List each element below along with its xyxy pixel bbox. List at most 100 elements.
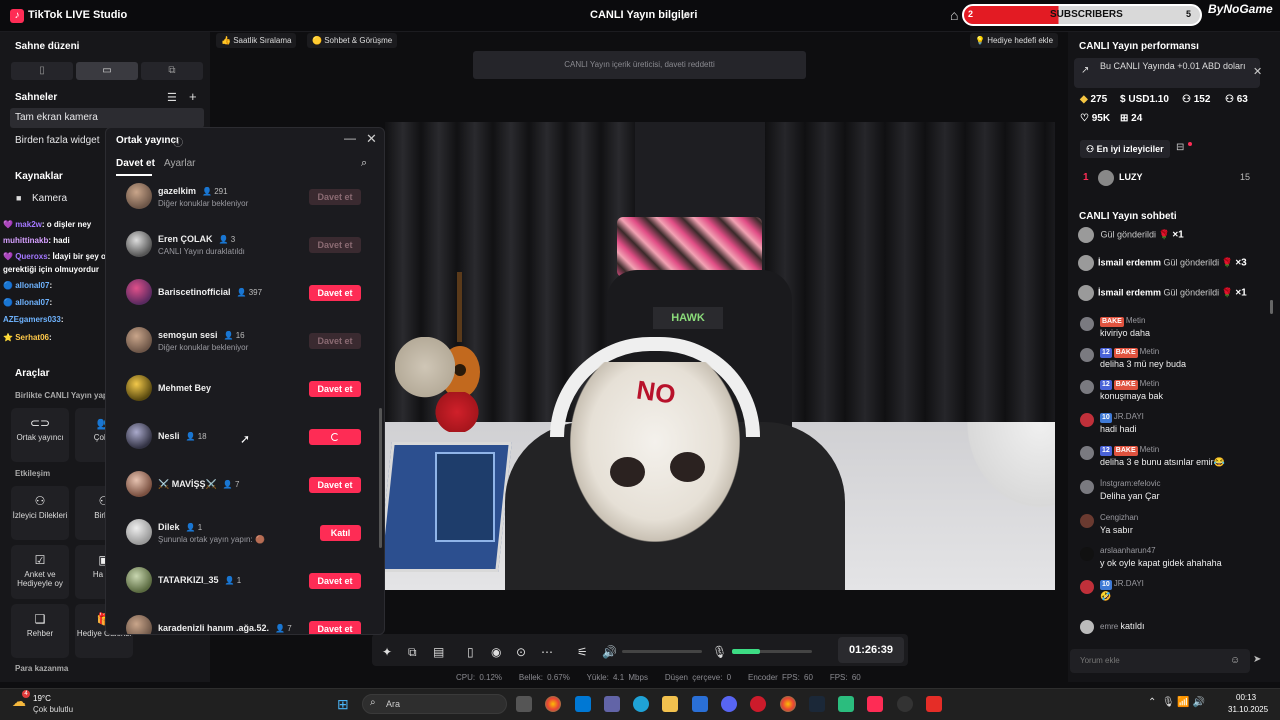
close-icon[interactable]: ✕ [366,131,377,147]
chat-username[interactable]: Metin [1140,379,1160,388]
opera-icon[interactable] [750,696,766,712]
emoji-icon[interactable]: ☺ [1230,655,1240,666]
chat-username[interactable]: arslaanharun47 [1100,546,1156,555]
record-icon[interactable]: ◉ [491,645,501,659]
chat-username[interactable]: İnstgram:efelovic [1100,479,1160,488]
chat-meet-pill[interactable]: 🟡 Sohbet & Görüşme [307,33,398,48]
windows-start-icon[interactable]: ⊞ [337,696,349,713]
tab-settings[interactable]: Ayarlar [164,158,196,169]
tab-invite[interactable]: Davet et [116,158,155,169]
chat-username[interactable]: Cengizhan [1100,513,1138,522]
share-icon[interactable]: ↗ [680,8,691,24]
taskbar-search[interactable] [362,694,507,714]
app-icon[interactable] [838,696,854,712]
gift-goal-pill[interactable]: 💡 Hediye hedefi ekle [970,33,1059,48]
chrome-icon[interactable] [545,696,561,712]
cohost-tool-button[interactable]: ⊂⊃ Ortak yayıncı [11,408,69,462]
heart-pillow [435,392,480,432]
effects-icon[interactable]: ⧉ [408,645,417,660]
chat-message-header: 12 BAKE Metin [1100,379,1159,390]
teams-icon[interactable] [604,696,620,712]
edge-icon[interactable] [633,696,649,712]
help-icon[interactable]: ⓘ [173,134,183,149]
layout-multi-button[interactable]: ⧉ [141,62,203,80]
chat-username[interactable]: Metin [1140,445,1160,454]
follower-count-value: 16 [235,331,245,340]
send-icon[interactable]: ➤ [1253,654,1261,665]
layout-icon[interactable]: ▤ [433,645,444,659]
chrome-icon[interactable] [780,696,796,712]
invite-button[interactable]: Davet et [309,189,361,205]
scene-item-fullscreen-camera[interactable]: Tam ekran kamera [10,108,204,128]
file-explorer-icon[interactable] [662,696,678,712]
chat-username[interactable]: JR.DAYI [1114,412,1144,421]
search-icon[interactable]: ⌕ [361,157,367,170]
settings-sliders-icon[interactable]: ⚟ [577,645,588,659]
chat-username[interactable]: Metin [1140,347,1160,356]
app-icon[interactable] [897,696,913,712]
list-icon[interactable]: ⊟ [1176,142,1184,153]
chat-text: y ok oyle kapat gidek ahahaha [1100,558,1222,568]
overlay-chat-user: mak2w [15,220,42,229]
scrollbar[interactable] [379,408,382,548]
guide-button[interactable]: ❑ Rehber [11,604,69,658]
mail-icon[interactable] [692,696,708,712]
leaderboard-name[interactable]: LUZY [1119,172,1143,182]
encoder-fps-stat: Encoder FPS: 60 [748,673,813,682]
minimize-icon[interactable]: — [344,131,356,145]
usd-value: USD1.10 [1128,94,1169,105]
invite-button[interactable]: Davet et [309,333,361,349]
join-button[interactable]: Katıl [320,525,361,541]
discord-icon[interactable] [721,696,737,712]
source-item-camera[interactable]: Kamera [32,193,67,204]
viewer-wishes-button[interactable]: ⚇ İzleyici Dilekleri [11,486,69,540]
task-view-icon[interactable] [516,696,532,712]
chat-message-header: emre katıldı [1100,621,1144,631]
add-scene-icon[interactable]: + [189,89,197,104]
cohost-username: Bariscetinofficial [158,287,231,297]
invite-button[interactable]: Davet et [309,573,361,589]
volume-icon[interactable]: 🔊 [602,645,617,659]
capture-icon[interactable]: ⊙ [516,645,526,659]
invite-button[interactable]: Davet et [309,381,361,397]
steam-icon[interactable] [809,696,825,712]
cohost-username: gazelkim [158,186,197,196]
magic-wand-icon[interactable]: ✦ [382,645,392,659]
phone-icon[interactable]: ▯ [467,645,474,659]
chat-message-header: 12 BAKE Metin [1100,445,1159,456]
youtube-icon[interactable] [926,696,942,712]
tool-label: Ortak yayıncı [16,433,64,442]
invite-loading-button[interactable] [309,429,361,445]
overlay-chat-text: : [60,315,64,324]
volume-slider[interactable] [622,650,702,653]
invite-button[interactable]: Davet et [309,477,361,493]
upload-stat: Yükle: 4.1 Mbps [586,673,648,682]
more-icon[interactable]: ⋯ [541,645,553,659]
close-icon[interactable]: ✕ [1253,65,1262,78]
tray-icons[interactable]: ⌃ 🎙 📶 🔊 [1148,697,1205,708]
cohost-name: gazelkim 👤 291 [158,186,228,196]
chat-username[interactable]: Metin [1126,316,1146,325]
invite-button[interactable]: Davet et [309,285,361,301]
chat-username[interactable]: JR.DAYI [1114,579,1144,588]
cohost-name: ⚔️ MAVİŞŞ⚔️ 👤 7 [158,479,239,490]
top-viewers-button[interactable]: ⚇ En iyi izleyiciler [1080,140,1170,158]
invite-button[interactable]: Davet et [309,621,361,634]
avatar [1080,580,1094,594]
cohost-name: semoşun sesi 👤 16 [158,330,245,340]
list-icon[interactable]: ☰ [167,91,177,104]
invite-button[interactable]: Davet et [309,237,361,253]
layout-portrait-button[interactable]: ▯ [11,62,73,80]
poll-gift-vote-button[interactable]: ☑ Anket ve Hediyeyle oy [11,545,69,599]
chat-username[interactable]: emre [1100,622,1118,631]
home-icon[interactable]: ⌂ [950,7,958,23]
hourly-rank-pill[interactable]: 👍 Saatlik Sıralama [216,33,297,48]
fan-badge: BAKE [1113,348,1138,358]
layout-landscape-button[interactable]: ▭ [76,62,138,80]
store-icon[interactable] [575,696,591,712]
scrollbar[interactable] [1270,300,1273,312]
microphone-icon[interactable]: 🎙 [712,645,727,659]
tiktok-live-studio-icon[interactable] [867,696,883,712]
chat-text: katıldı [1120,621,1145,631]
fan-badge: BAKE [1113,446,1138,456]
